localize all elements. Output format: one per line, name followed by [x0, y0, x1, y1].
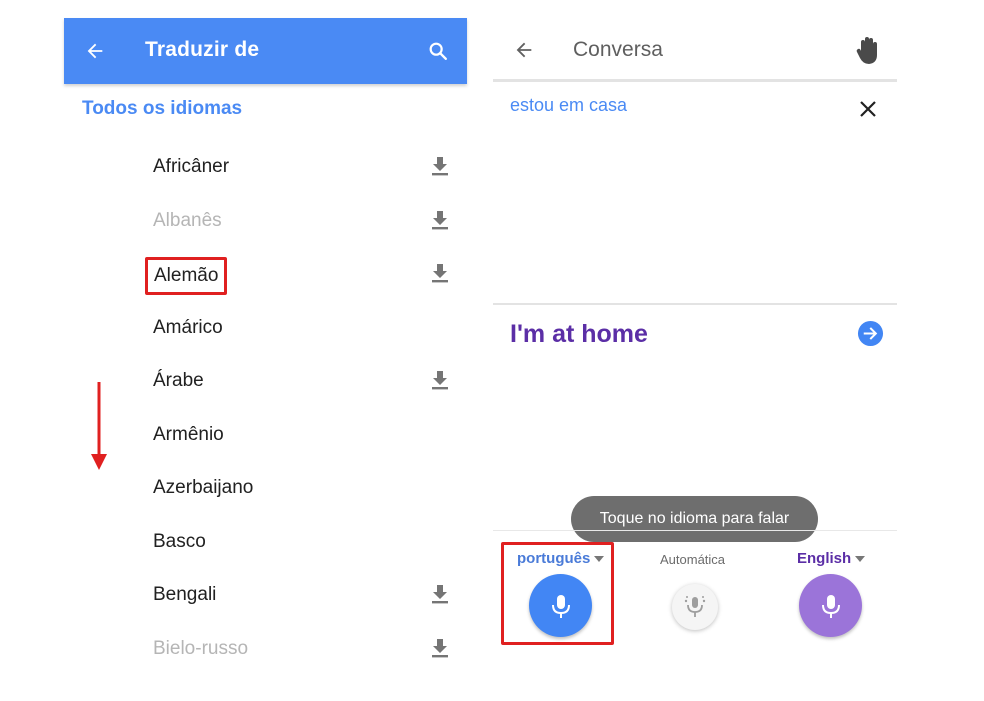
language-row[interactable]: Africâner — [64, 140, 467, 194]
toast-message: Toque no idioma para falar — [571, 496, 818, 542]
language-row[interactable]: Alemão — [64, 247, 467, 301]
download-icon[interactable] — [430, 637, 450, 659]
language-name: Basco — [153, 530, 206, 552]
language-name: Armênio — [153, 423, 224, 445]
mic-button-english[interactable] — [799, 574, 862, 637]
language-name: Albanês — [153, 209, 222, 231]
translate-from-panel: Traduzir de Todos os idiomas Africâner Al… — [64, 18, 467, 701]
close-icon[interactable] — [859, 100, 877, 118]
language-name: Alemão — [145, 257, 228, 295]
divider — [493, 303, 897, 305]
language-selector-label: English — [797, 550, 852, 567]
page-title: Traduzir de — [145, 38, 260, 61]
download-icon[interactable] — [430, 583, 450, 605]
translate-from-header: Traduzir de — [64, 18, 467, 84]
language-row[interactable]: Basco — [64, 515, 467, 569]
microphone-icon — [684, 596, 706, 617]
language-row[interactable]: Bengali — [64, 568, 467, 622]
section-label-all-languages: Todos os idiomas — [82, 98, 243, 119]
language-row[interactable]: Amárico — [64, 301, 467, 355]
hand-wave-icon[interactable] — [855, 36, 883, 66]
microphone-icon — [821, 594, 840, 618]
translated-text: I'm at home — [510, 320, 648, 348]
conversation-header: Conversa — [493, 18, 897, 82]
language-row[interactable]: Azerbaijano — [64, 461, 467, 515]
mic-button-auto[interactable] — [672, 584, 718, 630]
red-down-arrow-annotation — [91, 382, 107, 470]
download-icon[interactable] — [430, 155, 450, 177]
download-icon[interactable] — [430, 262, 450, 284]
language-row[interactable]: Bielo-russo — [64, 622, 467, 676]
source-text[interactable]: estou em casa — [510, 95, 627, 116]
page-title: Conversa — [573, 38, 663, 61]
language-name: Bengali — [153, 584, 217, 605]
arrow-back-icon[interactable] — [513, 39, 535, 61]
arrow-back-icon[interactable] — [84, 40, 106, 62]
language-name: Amárico — [153, 316, 223, 338]
search-icon[interactable] — [427, 40, 449, 62]
language-selector-english[interactable]: English — [797, 550, 866, 567]
auto-mode-label: Automática — [660, 552, 726, 567]
conversation-panel: Conversa estou em casa I'm at home Toque… — [493, 18, 897, 701]
language-name: Africâner — [153, 156, 230, 177]
caret-down-icon — [855, 556, 866, 563]
language-row[interactable]: Armênio — [64, 408, 467, 462]
divider — [493, 530, 897, 531]
arrow-forward-circle-icon[interactable] — [857, 320, 884, 347]
language-list: Africâner Albanês Alemão Amárico Árabe Armêni… — [64, 140, 467, 675]
language-row[interactable]: Albanês — [64, 194, 467, 248]
language-name: Árabe — [153, 370, 204, 391]
language-row[interactable]: Árabe — [64, 354, 467, 408]
highlight-box-annotation — [501, 542, 614, 645]
download-icon[interactable] — [430, 369, 450, 391]
language-name: Bielo-russo — [153, 637, 249, 659]
download-icon[interactable] — [430, 209, 450, 231]
language-name: Azerbaijano — [153, 477, 254, 498]
